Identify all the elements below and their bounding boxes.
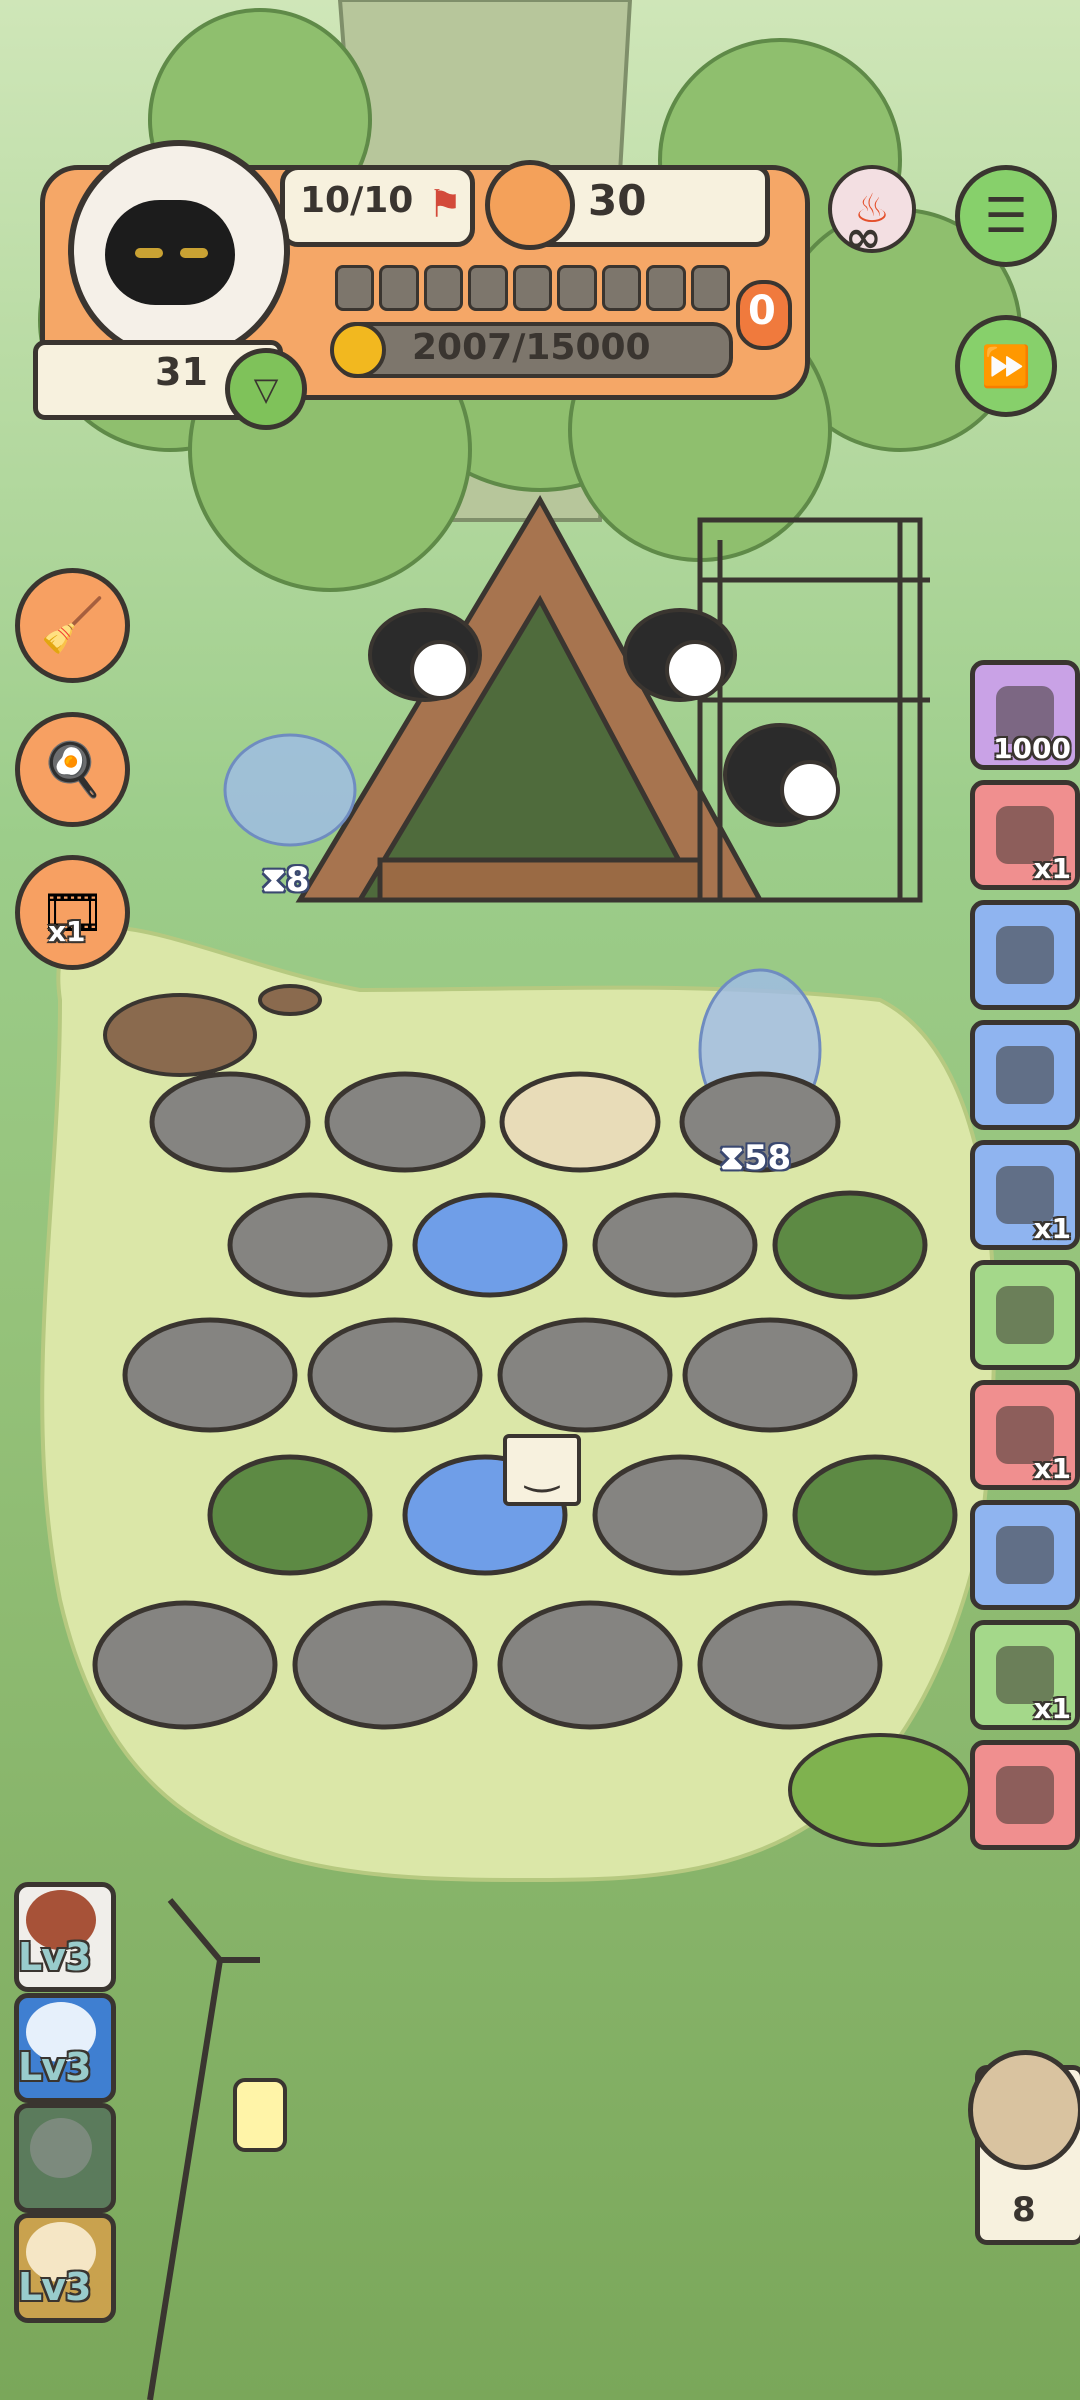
owl-count: 8	[1012, 2190, 1036, 2230]
food-count: 30	[588, 176, 647, 225]
side-item-card-8[interactable]	[970, 1500, 1080, 1610]
side-item-card-3[interactable]	[970, 900, 1080, 1010]
side-item-qty: x1	[1033, 852, 1071, 885]
owl-icon	[968, 2050, 1080, 2170]
cat-eye-left	[135, 248, 163, 258]
side-item-card-2[interactable]: x1	[970, 780, 1080, 890]
level-up-arrow-icon[interactable]: ▽	[225, 348, 307, 430]
easel-icon	[996, 926, 1054, 984]
pet-face-icon-3	[30, 2118, 92, 2178]
camera-icon	[996, 1526, 1054, 1584]
bird-timer-left-value: 8	[285, 860, 310, 900]
side-item-card-10[interactable]	[970, 1740, 1080, 1850]
side-item-card-7[interactable]: x1	[970, 1380, 1080, 1490]
sticker-icon	[996, 1766, 1054, 1824]
fast-forward-icon: ⏩	[981, 343, 1031, 390]
list-menu-icon: ☰	[984, 188, 1028, 244]
coin-icon	[330, 322, 386, 378]
straw-hut-icon	[996, 1046, 1054, 1104]
side-item-card-5[interactable]: x1	[970, 1140, 1080, 1250]
level-card-2-label: Lv3	[18, 2045, 91, 2089]
side-item-qty: 1000	[993, 732, 1071, 765]
bird-timer-left: ⧗8	[262, 860, 310, 900]
left-menu-button-1[interactable]: 🧹	[15, 568, 130, 683]
side-item-card-4[interactable]	[970, 1020, 1080, 1130]
fishing-rod-icon	[996, 1286, 1054, 1344]
flag-icon: ⚑	[428, 182, 463, 226]
cat-eye-right	[180, 248, 208, 258]
fast-forward-button[interactable]: ⏩	[955, 315, 1057, 417]
bird-timer-right-value: 58	[743, 1138, 792, 1178]
left-menu-button-3[interactable]: 🎞	[15, 855, 130, 970]
progress-segments	[335, 265, 730, 311]
energy-value: 10/10	[300, 180, 414, 221]
side-item-qty: x1	[1033, 1692, 1071, 1725]
level-card-1-label: Lv3	[18, 1935, 91, 1979]
infinity-label: ∞	[845, 212, 882, 263]
coin-value: 2007/15000	[412, 327, 651, 368]
side-item-qty: x1	[1033, 1452, 1071, 1485]
side-item-card-6[interactable]	[970, 1260, 1080, 1370]
black-cat-icon	[105, 200, 235, 305]
side-item-card-1[interactable]: 1000	[970, 660, 1080, 770]
broom-icon: 🧹	[40, 596, 105, 656]
pending-count: 0	[748, 288, 776, 334]
bird-timer-right: ⧗58	[720, 1138, 792, 1178]
menu-button[interactable]: ☰	[955, 165, 1057, 267]
side-item-card-9[interactable]: x1	[970, 1620, 1080, 1730]
left-menu-button-2[interactable]: 🍳	[15, 712, 130, 827]
food-bowl-icon: 🍳	[40, 740, 105, 800]
food-can-icon	[485, 160, 575, 250]
level-card-4-label: Lv3	[18, 2265, 91, 2309]
player-level-value: 31	[155, 350, 208, 394]
left-menu-item3-qty: x1	[48, 915, 86, 948]
interaction-bubble[interactable]: ‿	[503, 1434, 581, 1506]
side-item-qty: x1	[1033, 1212, 1071, 1245]
